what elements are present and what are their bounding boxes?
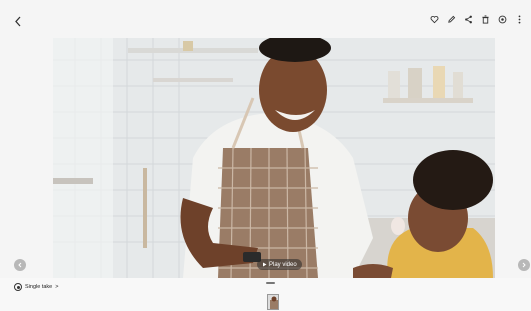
more-options-button[interactable] [514, 14, 525, 25]
next-photo-button[interactable] [518, 259, 530, 271]
filmstrip-thumbnail[interactable] [267, 294, 279, 310]
heart-icon [430, 16, 439, 24]
drag-handle[interactable] [266, 282, 275, 284]
action-icons [429, 14, 525, 25]
trash-icon [482, 15, 489, 24]
main-photo[interactable] [53, 38, 495, 278]
pencil-icon [448, 15, 456, 23]
previous-photo-button[interactable] [14, 259, 26, 271]
single-take-button[interactable]: Single take > [14, 283, 58, 291]
back-button[interactable] [11, 13, 25, 29]
favorite-button[interactable] [429, 14, 440, 25]
top-toolbar [0, 0, 531, 40]
chevron-left-icon [15, 16, 21, 26]
share-icon [465, 15, 472, 24]
more-vertical-icon [518, 15, 521, 24]
single-take-chevron: > [55, 284, 59, 290]
bottom-bar: Single take > [0, 278, 531, 311]
gallery-viewer: Play video Single take > [0, 0, 531, 311]
single-take-icon [14, 283, 22, 291]
play-icon [263, 262, 267, 267]
play-video-label: Play video [269, 261, 297, 268]
kitchen-photo-image [53, 38, 495, 278]
single-take-label: Single take [25, 284, 53, 290]
chevron-left-icon [18, 262, 22, 268]
eye-scan-icon [498, 15, 507, 24]
thumbnail-image [268, 295, 278, 309]
edit-button[interactable] [446, 14, 457, 25]
share-button[interactable] [463, 14, 474, 25]
chevron-right-icon [522, 262, 526, 268]
delete-button[interactable] [480, 14, 491, 25]
play-video-button[interactable]: Play video [257, 259, 302, 270]
bixby-vision-button[interactable] [497, 14, 508, 25]
